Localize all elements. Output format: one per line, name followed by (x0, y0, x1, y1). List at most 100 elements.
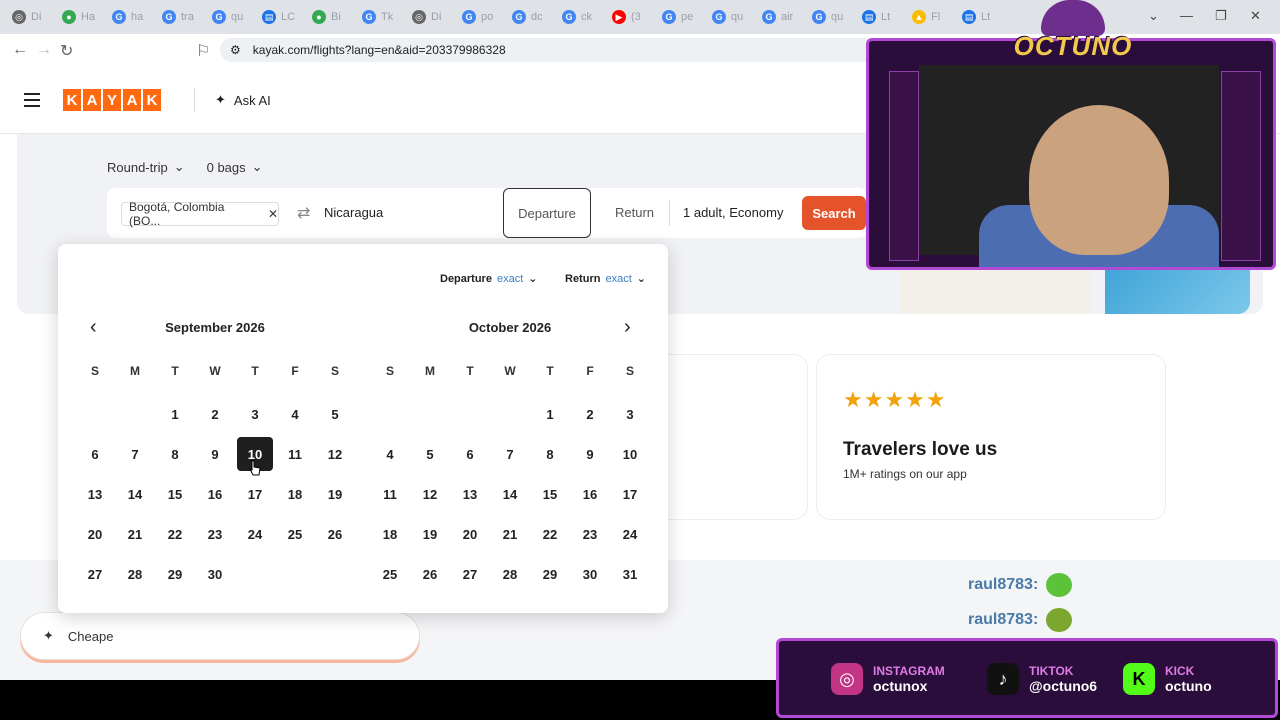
browser-tab[interactable]: ◎ Di (404, 4, 454, 30)
kayak-logo[interactable]: KAYAK (63, 89, 161, 111)
origin-chip[interactable]: Bogotá, Colombia (BO... ✕ (121, 200, 279, 228)
calendar-day[interactable]: 22 (157, 517, 193, 551)
browser-tab[interactable]: Gqu (204, 4, 254, 30)
browser-tab[interactable]: ▲ Fl (904, 4, 954, 30)
calendar-day[interactable]: 15 (157, 477, 193, 511)
calendar-day[interactable]: 29 (532, 557, 568, 591)
browser-tab[interactable]: Gqu (804, 4, 854, 30)
browser-tab[interactable]: Gha (104, 4, 154, 30)
calendar-day[interactable]: 19 (317, 477, 353, 511)
calendar-day[interactable]: 9 (197, 437, 233, 471)
calendar-day[interactable]: 15 (532, 477, 568, 511)
departure-flex-dropdown[interactable]: Departure exact ⌄ (440, 272, 537, 286)
calendar-day[interactable]: 22 (532, 517, 568, 551)
calendar-day[interactable]: 8 (532, 437, 568, 471)
calendar-day[interactable]: 30 (197, 557, 233, 591)
calendar-day[interactable]: 28 (117, 557, 153, 591)
calendar-day[interactable]: 10 (612, 437, 648, 471)
calendar-day[interactable]: 17 (612, 477, 648, 511)
calendar-day[interactable]: 18 (372, 517, 408, 551)
calendar-day[interactable]: 27 (452, 557, 488, 591)
restore-icon[interactable]: ❐ (1215, 8, 1227, 24)
ask-ai-button[interactable]: ✦ Ask AI (215, 92, 271, 108)
calendar-day[interactable]: 28 (492, 557, 528, 591)
address-bar[interactable]: ⚙ kayak.com/flights?lang=en&aid=20337998… (220, 38, 880, 62)
calendar-day[interactable]: 20 (452, 517, 488, 551)
calendar-day[interactable]: 30 (572, 557, 608, 591)
calendar-day[interactable]: 4 (372, 437, 408, 471)
calendar-day[interactable]: 6 (452, 437, 488, 471)
calendar-day[interactable]: 1 (532, 397, 568, 431)
calendar-day[interactable]: 24 (237, 517, 273, 551)
browser-tab[interactable]: ▶ (3 (604, 4, 654, 30)
bags-dropdown[interactable]: 0 bags ⌄ (207, 159, 263, 175)
bookmark-icon[interactable]: ⚐ (196, 41, 210, 61)
calendar-day[interactable]: 18 (277, 477, 313, 511)
return-date-field[interactable]: Return (615, 205, 654, 220)
browser-tab[interactable]: Gtra (154, 4, 204, 30)
calendar-day[interactable]: 2 (572, 397, 608, 431)
calendar-day[interactable]: 23 (572, 517, 608, 551)
calendar-day[interactable]: 16 (197, 477, 233, 511)
calendar-day[interactable]: 21 (117, 517, 153, 551)
search-button[interactable]: Search (802, 196, 866, 230)
calendar-day[interactable]: 13 (452, 477, 488, 511)
calendar-day[interactable]: 5 (317, 397, 353, 431)
calendar-day[interactable]: 14 (492, 477, 528, 511)
browser-tab[interactable]: ▤ Lt (954, 4, 1004, 30)
calendar-day[interactable]: 11 (277, 437, 313, 471)
browser-tab[interactable]: G Tk (354, 4, 404, 30)
browser-tab[interactable]: ● Bi (304, 4, 354, 30)
calendar-day[interactable]: 23 (197, 517, 233, 551)
menu-icon[interactable] (24, 93, 40, 107)
browser-tab[interactable]: Gpe (654, 4, 704, 30)
forward-icon[interactable]: → (36, 41, 52, 59)
calendar-day[interactable]: 31 (612, 557, 648, 591)
browser-tab[interactable]: ● Ha (54, 4, 104, 30)
browser-tab[interactable]: Gck (554, 4, 604, 30)
calendar-day[interactable]: 29 (157, 557, 193, 591)
ai-prompt-input[interactable]: ✦ Cheape (20, 612, 420, 660)
calendar-day[interactable]: 3 (612, 397, 648, 431)
calendar-day[interactable]: 17 (237, 477, 273, 511)
calendar-day[interactable]: 5 (412, 437, 448, 471)
calendar-day[interactable]: 26 (317, 517, 353, 551)
browser-tab[interactable]: Gpo (454, 4, 504, 30)
calendar-day[interactable]: 20 (77, 517, 113, 551)
previous-month-icon[interactable]: ‹ (90, 316, 97, 339)
calendar-day[interactable]: 3 (237, 397, 273, 431)
browser-tab[interactable]: Gair (754, 4, 804, 30)
site-info-icon[interactable]: ⚙ (230, 43, 241, 57)
calendar-day[interactable]: 16 (572, 477, 608, 511)
tab-list-chevron-icon[interactable]: ⌄ (1148, 8, 1159, 24)
travelers-field[interactable]: 1 adult, Economy (683, 205, 783, 220)
calendar-day[interactable]: 7 (117, 437, 153, 471)
calendar-day[interactable]: 2 (197, 397, 233, 431)
calendar-day[interactable]: 11 (372, 477, 408, 511)
calendar-day[interactable]: 12 (317, 437, 353, 471)
calendar-day[interactable]: 26 (412, 557, 448, 591)
close-window-icon[interactable]: ✕ (1250, 8, 1261, 24)
calendar-day[interactable]: 25 (372, 557, 408, 591)
calendar-day[interactable]: 1 (157, 397, 193, 431)
return-flex-dropdown[interactable]: Return exact ⌄ (565, 272, 646, 286)
calendar-day[interactable]: 8 (157, 437, 193, 471)
calendar-day[interactable]: 14 (117, 477, 153, 511)
calendar-day[interactable]: 12 (412, 477, 448, 511)
calendar-day[interactable]: 4 (277, 397, 313, 431)
browser-tab[interactable]: Gdc (504, 4, 554, 30)
browser-tab[interactable]: ▤ LC (254, 4, 304, 30)
calendar-day[interactable]: 27 (77, 557, 113, 591)
trip-type-dropdown[interactable]: Round-trip ⌄ (107, 159, 185, 175)
calendar-day[interactable]: 7 (492, 437, 528, 471)
departure-date-field[interactable]: Departure (503, 188, 591, 238)
calendar-day[interactable]: 25 (277, 517, 313, 551)
calendar-day[interactable]: 6 (77, 437, 113, 471)
next-month-icon[interactable]: › (624, 316, 631, 339)
back-icon[interactable]: ← (12, 41, 28, 59)
destination-input[interactable]: Nicaragua (324, 205, 383, 220)
swap-icon[interactable]: ⇄ (297, 203, 310, 223)
browser-tab[interactable]: Gqu (704, 4, 754, 30)
calendar-day[interactable]: 24 (612, 517, 648, 551)
browser-tab[interactable]: ◎ Di (4, 4, 54, 30)
